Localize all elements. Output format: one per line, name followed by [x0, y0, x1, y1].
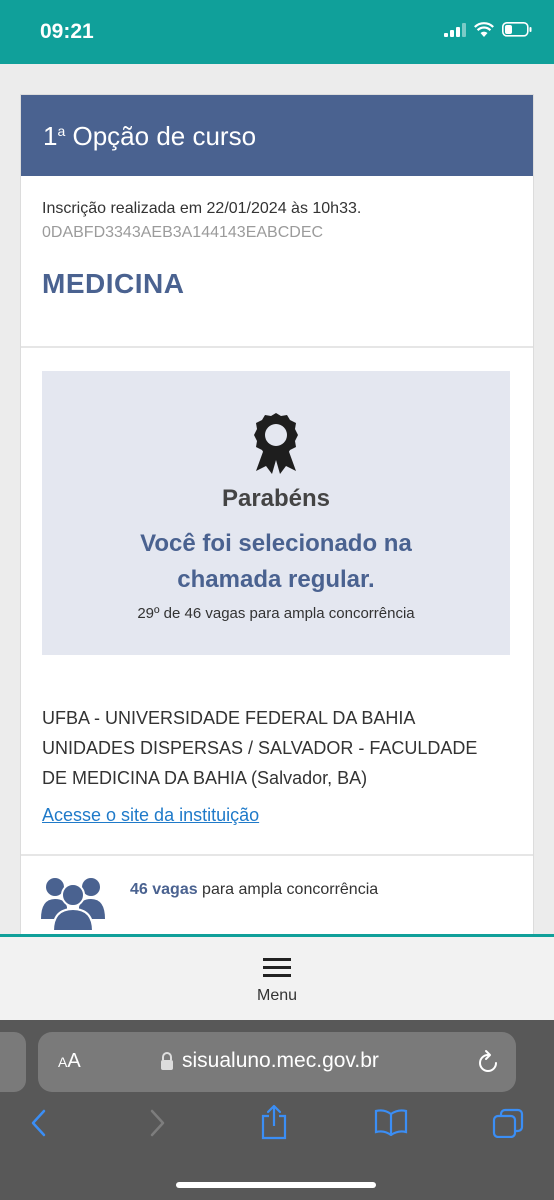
lock-icon [161, 1052, 173, 1070]
signal-icon [444, 22, 466, 37]
previous-tab-preview[interactable] [0, 1032, 26, 1092]
selection-message: Você foi selecionado na chamada regular. [42, 526, 510, 598]
forward-icon[interactable] [148, 1108, 166, 1138]
vacancies-count: 46 vagas [130, 881, 198, 898]
menu-bar[interactable]: Menu [0, 934, 554, 1020]
selection-result-box: Parabéns Você foi selecionado na chamada… [42, 371, 510, 655]
card-title-ordinal: a [57, 123, 66, 139]
institution-line3: DE MEDICINA DA BAHIA (Salvador, BA) [42, 768, 368, 788]
reader-settings-button[interactable]: AA [58, 1050, 81, 1073]
total-vacancies: 46 vagas para ampla concorrência [130, 881, 378, 899]
bookmarks-icon[interactable] [374, 1108, 408, 1136]
menu-label[interactable]: Menu [0, 987, 554, 1005]
people-group-icon [41, 878, 105, 931]
congrats-title: Parabéns [221, 485, 331, 512]
wifi-icon [474, 22, 494, 37]
status-bar: 09:21 [0, 0, 554, 64]
registration-section: Inscrição realizada em 22/01/2024 às 10h… [21, 176, 533, 348]
selection-message-line1: Você foi selecionado na [140, 530, 412, 557]
vacancies-type: para ampla concorrência [197, 881, 379, 898]
url-text[interactable]: sisualuno.mec.gov.br [182, 1049, 379, 1073]
institution-site-link[interactable]: Acesse o site da instituição [42, 805, 259, 826]
battery-icon [502, 22, 532, 37]
award-ribbon-icon [254, 413, 298, 474]
divider [21, 854, 533, 856]
registration-date: Inscrição realizada em 22/01/2024 às 10h… [42, 200, 362, 217]
hamburger-menu-icon[interactable] [263, 957, 291, 979]
status-icons [444, 22, 532, 37]
status-time: 09:21 [40, 20, 94, 43]
share-icon[interactable] [260, 1104, 288, 1140]
home-indicator [176, 1182, 376, 1188]
tabs-icon[interactable] [492, 1108, 524, 1138]
aa-big: A [67, 1050, 81, 1072]
ranking-position: 29º de 46 vagas para ampla concorrência [137, 605, 415, 622]
selection-message-line2: chamada regular. [177, 566, 375, 593]
card-title-number: 1 [43, 121, 58, 151]
institution-line2: UNIDADES DISPERSAS / SALVADOR - FACULDAD… [42, 738, 478, 758]
address-bar[interactable]: AA sisualuno.mec.gov.br [38, 1032, 516, 1092]
institution-line1: UFBA - UNIVERSIDADE FEDERAL DA BAHIA [42, 708, 416, 728]
card-header: 1a Opção de curso [21, 95, 533, 176]
aa-small: A [58, 1054, 68, 1070]
browser-toolbar [0, 1104, 554, 1148]
course-name: MEDICINA [42, 268, 185, 299]
card-title: Opção de curso [65, 121, 257, 151]
back-icon[interactable] [30, 1108, 48, 1138]
registration-code: 0DABFD3343AEB3A144143EABCDEC [42, 224, 324, 241]
browser-chrome: AA sisualuno.mec.gov.br [0, 1020, 554, 1200]
institution-name: UFBA - UNIVERSIDADE FEDERAL DA BAHIA UNI… [42, 703, 522, 793]
course-option-card: 1a Opção de curso Inscrição realizada em… [20, 94, 534, 934]
page-content: 1a Opção de curso Inscrição realizada em… [0, 64, 554, 934]
reload-icon[interactable] [476, 1049, 500, 1075]
